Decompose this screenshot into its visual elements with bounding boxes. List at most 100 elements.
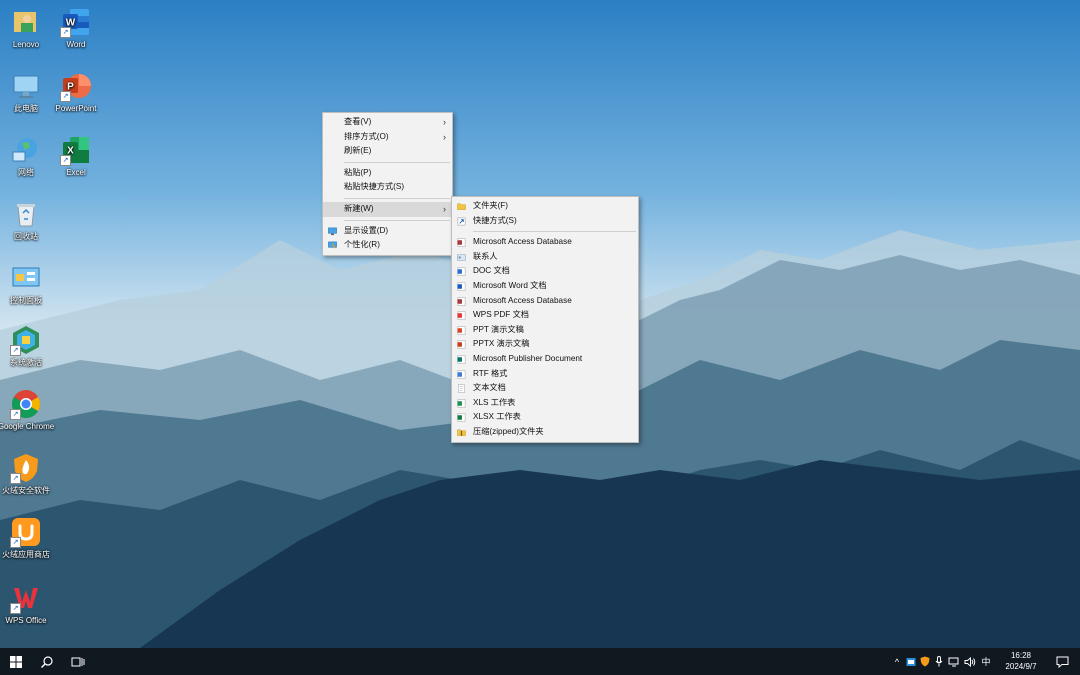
menu-item-view[interactable]: 查看(V) › — [323, 115, 452, 130]
menu-item-new[interactable]: 新建(W) › — [323, 201, 452, 217]
new-contact-item[interactable]: 联系人 — [452, 250, 638, 265]
menu-item-label: Microsoft Access Database — [473, 295, 572, 305]
desktop-icon-label: 控制面板 — [10, 296, 42, 305]
menu-item-display-settings[interactable]: 显示设置(D) — [323, 224, 452, 239]
shield-icon[interactable] — [918, 656, 932, 667]
huorong-shield-icon: ↗ — [10, 452, 42, 484]
menu-item-label: 快捷方式(S) — [473, 215, 517, 225]
new-ppt-item[interactable]: PPT 演示文稿 — [452, 323, 638, 338]
wps-office-icon: ↗ — [10, 582, 42, 614]
menu-item-paste-shortcut[interactable]: 粘贴快捷方式(S) — [323, 180, 452, 195]
menu-item-label: 排序方式(O) — [344, 131, 389, 141]
desktop-icon-label: Google Chrome — [0, 422, 55, 431]
menu-item-label: RTF 格式 — [473, 368, 508, 378]
recycle-bin-icon — [10, 198, 42, 230]
menu-item-paste[interactable]: 粘贴(P) — [323, 166, 452, 181]
desktop-icon-excel[interactable]: X ↗ Excel — [46, 134, 106, 178]
menu-item-label: PPTX 演示文稿 — [473, 339, 530, 349]
taskbar: ^ 中 16:28 2024/9/7 — [0, 648, 1080, 675]
menu-item-label: 粘贴(P) — [344, 167, 372, 177]
network-globe-icon — [10, 134, 42, 166]
shortcut-arrow-icon: ↗ — [10, 409, 21, 420]
new-xlsx-item[interactable]: XLSX 工作表 — [452, 410, 638, 425]
shortcut-arrow-icon: ↗ — [10, 473, 21, 484]
new-zip-folder-item[interactable]: 压缩(zipped)文件夹 — [452, 425, 638, 440]
desktop-icon-label: 回收站 — [14, 232, 38, 241]
menu-item-label: 新建(W) — [344, 203, 374, 213]
display-settings-icon — [328, 227, 337, 235]
search-button[interactable] — [31, 648, 63, 675]
new-access-database-item[interactable]: Microsoft Access Database — [452, 235, 638, 250]
desktop-icon-label: WPS Office — [5, 616, 47, 625]
desktop-icon-word[interactable]: W ↗ Word — [46, 6, 106, 50]
new-text-document-item[interactable]: 文本文档 — [452, 381, 638, 396]
chrome-icon: ↗ — [10, 388, 42, 420]
new-shortcut-item[interactable]: 快捷方式(S) — [452, 214, 638, 229]
desktop-icon-control-panel[interactable]: 控制面板 — [0, 262, 56, 306]
menu-separator — [473, 231, 636, 233]
action-center-button[interactable] — [1046, 648, 1078, 675]
publisher-icon — [457, 355, 466, 364]
new-wps-pdf-item[interactable]: WPS PDF 文档 — [452, 308, 638, 323]
desktop-context-menu: 查看(V) › 排序方式(O) › 刷新(E) 粘贴(P) 粘贴快捷方式(S) 新建… — [322, 112, 453, 256]
new-rtf-item[interactable]: RTF 格式 — [452, 367, 638, 382]
menu-separator — [344, 161, 450, 163]
new-publisher-document-item[interactable]: Microsoft Publisher Document — [452, 352, 638, 367]
task-view-button[interactable] — [62, 648, 94, 675]
desktop-icon-recycle-bin[interactable]: 回收站 — [0, 198, 56, 242]
search-icon — [41, 655, 53, 668]
menu-item-label: DOC 文档 — [473, 266, 510, 276]
tray-app-icon[interactable] — [904, 657, 918, 667]
word-icon: W ↗ — [60, 6, 92, 38]
start-button[interactable] — [0, 648, 32, 675]
system-tray: ^ 中 — [890, 648, 994, 675]
access-icon — [457, 238, 466, 247]
desktop-icon-system-activation[interactable]: ↗ 系统激活 — [0, 324, 56, 368]
new-folder-item[interactable]: 文件夹(F) — [452, 199, 638, 214]
menu-item-label: XLSX 工作表 — [473, 412, 521, 422]
menu-item-refresh[interactable]: 刷新(E) — [323, 144, 452, 159]
new-access-database-item-2[interactable]: Microsoft Access Database — [452, 294, 638, 309]
activation-hexagon-icon: ↗ — [10, 324, 42, 356]
menu-item-label: 刷新(E) — [344, 146, 372, 156]
shortcut-icon — [457, 217, 466, 225]
menu-item-label: 查看(V) — [344, 117, 372, 126]
menu-item-sort-by[interactable]: 排序方式(O) › — [323, 130, 452, 145]
menu-separator — [344, 219, 450, 221]
new-doc-item[interactable]: DOC 文档 — [452, 264, 638, 279]
new-pptx-item[interactable]: PPTX 演示文稿 — [452, 337, 638, 352]
desktop-icon-powerpoint[interactable]: P ↗ PowerPoint — [46, 70, 106, 114]
menu-item-label: 文本文档 — [473, 383, 506, 393]
chevron-right-icon: › — [443, 131, 446, 142]
desktop-icon-huorong-security[interactable]: ↗ 火绒安全软件 — [0, 452, 56, 496]
computer-icon — [10, 70, 42, 102]
chevron-up-icon[interactable]: ^ — [890, 657, 904, 667]
desktop-icon-label: Word — [66, 40, 86, 49]
pdf-icon — [457, 311, 466, 320]
menu-separator — [344, 197, 450, 199]
shortcut-arrow-icon: ↗ — [10, 537, 21, 548]
desktop-icon-google-chrome[interactable]: ↗ Google Chrome — [0, 388, 56, 432]
network-icon[interactable] — [946, 657, 962, 667]
shortcut-arrow-icon: ↗ — [10, 603, 21, 614]
menu-item-personalize[interactable]: 个性化(R) — [323, 238, 452, 253]
chevron-right-icon: › — [443, 203, 446, 214]
powerpoint-icon: P ↗ — [60, 70, 92, 102]
word-icon — [457, 282, 466, 291]
new-word-document-item[interactable]: Microsoft Word 文档 — [452, 279, 638, 294]
microphone-icon[interactable] — [932, 656, 946, 667]
desktop-icon-wps-office[interactable]: ↗ WPS Office — [0, 582, 56, 626]
desktop-icon-huorong-store[interactable]: ↗ 火绒应用商店 — [0, 516, 56, 560]
access-icon — [457, 296, 466, 306]
desktop-icon-label: 火绒安全软件 — [2, 486, 50, 495]
app-store-icon: ↗ — [10, 516, 42, 548]
doc-icon — [457, 267, 466, 277]
volume-icon[interactable] — [962, 656, 978, 667]
menu-item-label: Microsoft Word 文档 — [473, 280, 547, 290]
desktop-icon-label: PowerPoint — [55, 104, 97, 113]
menu-item-label: 显示设置(D) — [344, 225, 389, 235]
input-method-indicator[interactable]: 中 — [978, 655, 994, 668]
taskbar-clock[interactable]: 16:28 2024/9/7 — [1001, 650, 1041, 672]
desktop-icon-label: 系统激活 — [10, 358, 42, 367]
new-xls-item[interactable]: XLS 工作表 — [452, 396, 638, 411]
